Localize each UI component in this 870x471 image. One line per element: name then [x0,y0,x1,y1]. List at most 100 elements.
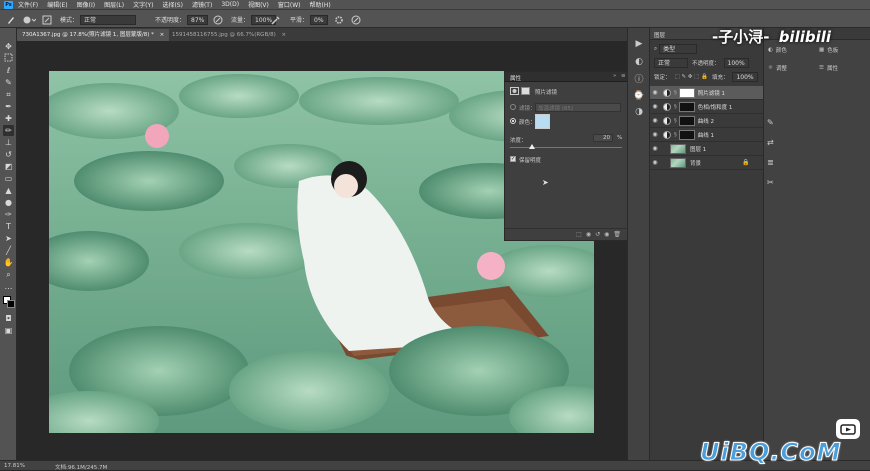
link-icon[interactable]: § [674,104,677,110]
layer-row[interactable]: ◉ § 曲线 2 [650,114,764,128]
info-panel-icon[interactable]: ⓘ [633,74,645,86]
layer-row[interactable]: ◉ § 曲线 1 [650,128,764,142]
filter-dropdown[interactable]: 加温滤镜 (85) [535,103,621,112]
brush-panel-icon[interactable]: ✎ [767,118,774,127]
menu-select[interactable]: 选择(S) [162,0,183,9]
color-panel-tab[interactable]: ◐ 颜色 [768,46,787,54]
view-previous-icon[interactable]: ◉ [586,231,591,240]
visibility-eye-icon[interactable]: ◉ [650,145,660,152]
airbrush-icon[interactable] [271,14,281,25]
zoom-tool-icon[interactable]: ⌕ [3,269,14,280]
menu-type[interactable]: 文字(Y) [133,0,153,9]
adjustments-panel-tab[interactable]: ☼ 调整 [768,64,787,72]
marquee-tool-icon[interactable] [3,53,14,64]
menu-file[interactable]: 文件(F) [18,0,38,9]
lasso-tool-icon[interactable]: ℓ [3,65,14,76]
layer-comps-icon[interactable]: ◑ [633,106,645,118]
layer-mask-thumbnail[interactable] [678,129,695,140]
menu-3d[interactable]: 3D(D) [221,1,239,8]
density-slider[interactable] [510,144,622,149]
layer-kind-dropdown[interactable]: 类型 [659,44,698,54]
tab-document-2[interactable]: 1591458116755.jpg @ 66.7%(RGB/8) × [167,29,291,41]
color-radio[interactable] [510,118,516,124]
close-icon[interactable]: × [281,32,286,38]
menu-window[interactable]: 窗口(W) [278,0,301,9]
blend-mode-dropdown[interactable]: 正常 [654,58,688,68]
eyedropper-tool-icon[interactable]: ✒ [3,101,14,112]
dodge-tool-icon[interactable]: ● [3,197,14,208]
pen-tool-icon[interactable]: ✑ [3,209,14,220]
filter-radio[interactable] [510,104,516,110]
close-icon[interactable]: × [160,32,165,38]
crop-tool-icon[interactable]: ⌗ [3,89,14,100]
layer-row[interactable]: ◉ § 照片滤镜 1 [650,86,764,100]
screen-mode-icon[interactable]: ▣ [3,325,14,336]
layer-row[interactable]: ◉ 图层 1 [650,142,764,156]
type-tool-icon[interactable]: T [3,221,14,232]
path-select-tool-icon[interactable]: ➤ [3,233,14,244]
layer-mask-thumbnail[interactable] [678,87,695,98]
filter-color-swatch[interactable] [535,114,550,129]
brush-settings-icon[interactable] [42,14,52,25]
layers-title[interactable]: 图层 [654,31,665,39]
properties-title[interactable]: 属性 [510,74,521,82]
smoothing-gear-icon[interactable] [334,14,344,25]
swatches-panel-tab[interactable]: ▦ 色板 [819,46,838,54]
brush-tool-icon[interactable] [6,14,16,25]
layer-opacity-field[interactable]: 100% [723,58,749,68]
layer-row[interactable]: ◉ § 色相/饱和度 1 [650,100,764,114]
line-tool-icon[interactable]: ╱ [3,245,14,256]
panel-menu-icon[interactable]: ≡ [621,73,626,79]
visibility-eye-icon[interactable]: ◉ [650,89,660,96]
history-brush-tool-icon[interactable]: ↺ [3,149,14,160]
channels-panel-icon[interactable]: ≣ [767,158,774,167]
brush-tool-icon[interactable]: ✏ [3,125,14,136]
trash-icon[interactable]: 🗑 [613,231,621,240]
healing-brush-tool-icon[interactable]: ✚ [3,113,14,124]
zoom-level[interactable]: 17.81% [4,463,25,469]
move-tool-icon[interactable]: ✥ [3,41,14,52]
opacity-field[interactable]: 87% [187,14,209,25]
smooth-field[interactable]: 0% [310,14,328,25]
menu-view[interactable]: 视图(V) [248,0,269,9]
menu-layer[interactable]: 图层(L) [104,0,124,9]
tools-preset-icon[interactable]: ✂ [767,178,774,187]
hand-tool-icon[interactable]: ✋ [3,257,14,268]
panel-collapse-icon[interactable]: » [613,73,616,79]
tab-document-1[interactable]: 730A1367.jpg @ 17.8%(照片滤镜 1, 图层蒙版/8) * × [17,29,170,41]
layer-mask-thumbnail[interactable] [678,115,695,126]
link-icon[interactable]: § [674,132,677,138]
menu-image[interactable]: 图像(I) [77,0,95,9]
menu-edit[interactable]: 编辑(E) [47,0,67,9]
more-tools-icon[interactable]: … [3,281,14,292]
pressure-opacity-icon[interactable] [213,14,223,25]
gradient-tool-icon[interactable]: ▭ [3,173,14,184]
visibility-eye-icon[interactable]: ◉ [650,159,660,166]
layer-thumbnail[interactable] [670,143,686,154]
visibility-eye-icon[interactable]: ◉ [650,117,660,124]
menu-filter[interactable]: 滤镜(T) [192,0,212,9]
link-icon[interactable]: § [674,118,677,124]
visibility-eye-icon[interactable]: ◉ [650,103,660,110]
layer-thumbnail[interactable] [670,157,686,168]
blur-tool-icon[interactable]: ▲ [3,185,14,196]
paths-panel-icon[interactable]: ⇄ [767,138,774,147]
density-slider-handle[interactable] [529,144,536,149]
lock-icons[interactable]: ⬚ ✎ ✥ ⬚ 🔒 [675,74,708,80]
pressure-size-icon[interactable] [351,14,361,25]
clip-to-layer-icon[interactable]: ⬚ [576,231,582,240]
clone-stamp-tool-icon[interactable]: ⊥ [3,137,14,148]
visibility-icon[interactable]: ◉ [604,231,609,240]
history-panel-icon[interactable]: ⌚ [633,90,645,102]
mode-dropdown[interactable]: 正常 [80,14,137,25]
mask-icon[interactable] [521,87,530,95]
properties-panel-tab[interactable]: ☰ 属性 [819,64,838,72]
quick-select-tool-icon[interactable]: ✎ [3,77,14,88]
fill-field[interactable]: 100% [732,72,758,82]
layer-row[interactable]: ◉ 背景 🔒 [650,156,764,170]
color-panel-icon[interactable]: ◐ [633,56,645,68]
preserve-luminosity-checkbox[interactable]: ✓ [510,156,516,162]
layer-mask-thumbnail[interactable] [678,101,695,112]
brush-preset-picker[interactable] [22,14,36,25]
quick-mask-icon[interactable]: ◘ [3,313,14,324]
